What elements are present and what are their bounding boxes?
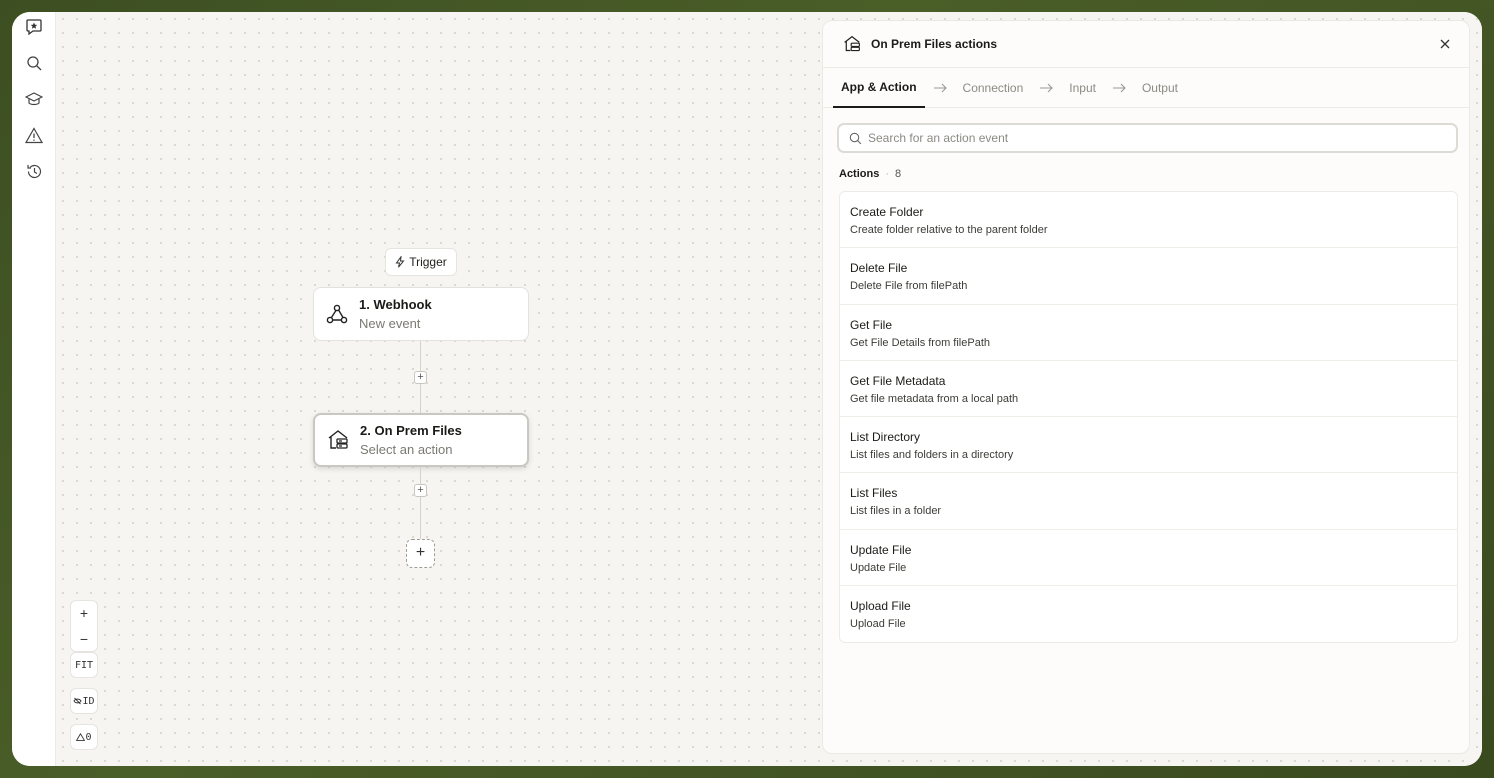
learn-icon[interactable] <box>23 88 45 110</box>
action-title: List Files <box>850 486 898 501</box>
node-title: 2. On Prem Files <box>360 423 462 438</box>
action-title: Upload File <box>850 599 911 614</box>
action-description: Update File <box>850 561 907 574</box>
node-subtitle: Select an action <box>360 442 453 457</box>
app-frame: Trigger 1. Webhook New event + 2. On Pre… <box>12 12 1482 766</box>
zoom-controls: + − <box>70 600 98 652</box>
action-description: Get file metadata from a local path <box>850 392 1019 405</box>
ids-label: ID <box>82 695 95 707</box>
webhook-icon <box>324 301 350 327</box>
separator-dot: · <box>885 168 890 180</box>
connector-line <box>420 384 421 413</box>
history-icon[interactable] <box>23 160 45 182</box>
fit-view-button[interactable]: FIT <box>70 652 98 678</box>
add-step-button[interactable]: + <box>406 539 435 568</box>
action-item-get-file-metadata[interactable]: Get File Metadata Get file metadata from … <box>840 361 1457 418</box>
eye-off-icon <box>73 697 82 705</box>
server-home-icon <box>844 35 860 52</box>
action-description: Upload File <box>850 618 906 631</box>
tab-input[interactable]: Input <box>1061 68 1104 108</box>
action-item-list-files[interactable]: List Files List files in a folder <box>840 473 1457 530</box>
tab-app-action[interactable]: App & Action <box>833 68 925 108</box>
connector-line <box>420 467 421 485</box>
actions-label: Actions <box>839 168 880 180</box>
on-prem-files-step-node[interactable]: 2. On Prem Files Select an action <box>313 413 529 467</box>
action-item-delete-file[interactable]: Delete File Delete File from filePath <box>840 248 1457 305</box>
action-list: Create Folder Create folder relative to t… <box>839 191 1458 644</box>
action-title: Create Folder <box>850 205 924 219</box>
actions-section-header: Actions · 8 <box>839 168 901 180</box>
warning-icon <box>76 733 86 741</box>
action-panel: On Prem Files actions App & Action Conne… <box>822 20 1470 754</box>
node-subtitle: New event <box>359 316 421 331</box>
action-title: Get File Metadata <box>850 373 946 388</box>
action-search-box[interactable] <box>837 123 1458 153</box>
insert-step-button[interactable]: + <box>414 484 427 497</box>
trigger-badge[interactable]: Trigger <box>385 248 457 276</box>
warnings-count: 0 <box>85 731 92 743</box>
app-logo-icon[interactable] <box>23 16 45 38</box>
zoom-out-button[interactable]: − <box>80 626 88 652</box>
webhook-step-node[interactable]: 1. Webhook New event <box>313 287 529 341</box>
panel-title: On Prem Files actions <box>871 37 998 51</box>
action-title: Get File <box>850 317 893 332</box>
connector-line <box>420 497 421 539</box>
action-description: Delete File from filePath <box>850 280 968 293</box>
trigger-label: Trigger <box>409 255 447 269</box>
action-item-get-file[interactable]: Get File Get File Details from filePath <box>840 305 1457 361</box>
arrow-right-icon <box>1031 83 1061 93</box>
step-tabs: App & Action Connection Input Output <box>823 68 1469 108</box>
warnings-button[interactable]: 0 <box>70 724 98 750</box>
action-item-update-file[interactable]: Update File Update File <box>840 530 1457 587</box>
actions-count: 8 <box>895 168 902 180</box>
close-icon[interactable] <box>1437 36 1453 52</box>
left-rail <box>12 12 56 766</box>
action-description: Get File Details from filePath <box>850 336 990 349</box>
tab-output[interactable]: Output <box>1134 68 1186 108</box>
insert-step-button[interactable]: + <box>414 371 427 384</box>
action-description: List files and folders in a directory <box>850 449 1014 462</box>
panel-header: On Prem Files actions <box>823 21 1469 68</box>
toggle-ids-button[interactable]: ID <box>70 688 98 714</box>
action-item-upload-file[interactable]: Upload File Upload File <box>840 586 1457 642</box>
lightning-icon <box>395 256 405 268</box>
arrow-right-icon <box>925 83 955 93</box>
connector-line <box>420 341 421 373</box>
action-search-input[interactable] <box>868 131 1428 145</box>
action-item-list-directory[interactable]: List Directory List files and folders in … <box>840 417 1457 474</box>
search-icon[interactable] <box>23 52 45 74</box>
action-title: Update File <box>850 542 912 557</box>
alert-icon[interactable] <box>23 124 45 146</box>
server-home-icon <box>325 427 351 453</box>
zoom-in-button[interactable]: + <box>80 600 88 626</box>
action-item-create-folder[interactable]: Create Folder Create folder relative to t… <box>840 192 1457 249</box>
action-title: List Directory <box>850 430 921 445</box>
search-icon <box>849 132 862 144</box>
action-title: Delete File <box>850 261 908 276</box>
action-description: Create folder relative to the parent fol… <box>850 224 1048 236</box>
action-description: List files in a folder <box>850 505 942 518</box>
arrow-right-icon <box>1104 83 1134 93</box>
node-title: 1. Webhook <box>359 297 432 312</box>
tab-connection[interactable]: Connection <box>955 68 1032 108</box>
